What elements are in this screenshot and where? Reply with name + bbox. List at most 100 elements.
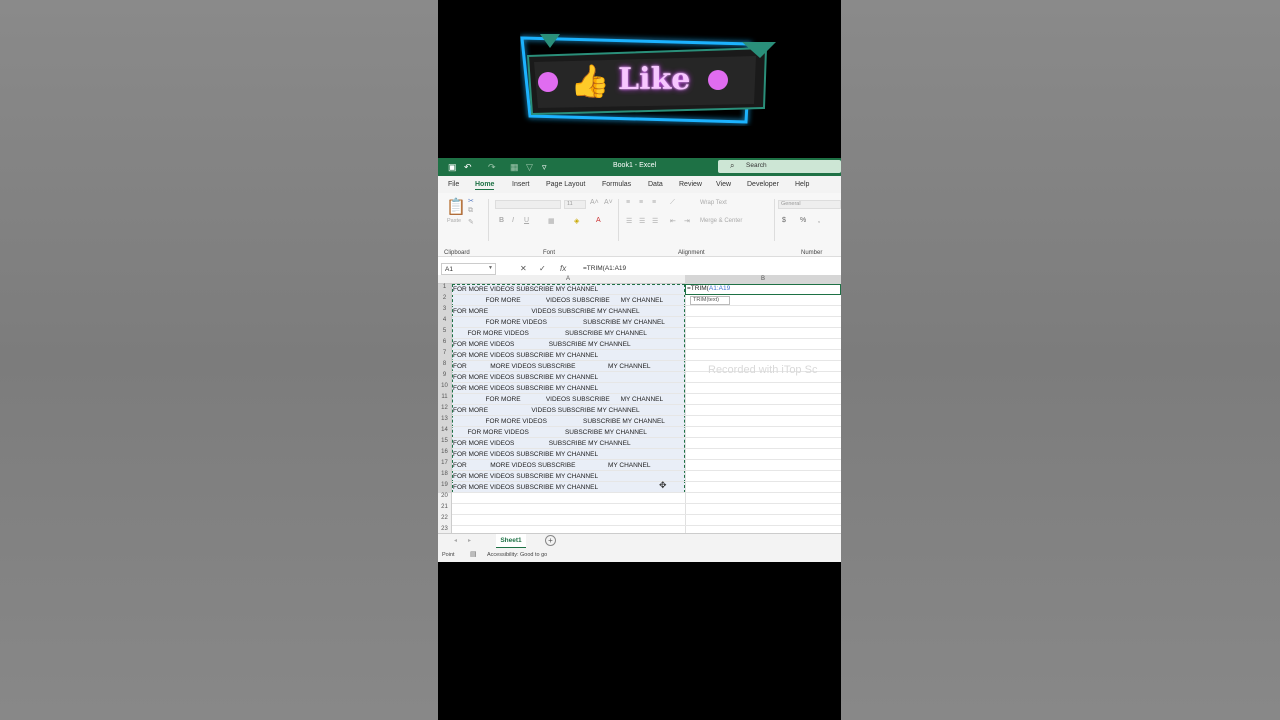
- paste-icon[interactable]: 📋: [446, 197, 466, 217]
- insert-function-icon[interactable]: fx: [560, 264, 566, 273]
- tab-review[interactable]: Review: [679, 181, 702, 188]
- add-sheet-button[interactable]: +: [545, 535, 556, 546]
- row-header[interactable]: 1: [438, 284, 452, 295]
- prev-sheet-icon[interactable]: ◂: [454, 537, 457, 544]
- column-header-b[interactable]: B: [761, 276, 765, 282]
- cell-a10[interactable]: FOR MORE VIDEOS SUBSCRIBE MY CHANNEL: [453, 383, 598, 394]
- row-header[interactable]: 2: [438, 295, 452, 306]
- italic-button[interactable]: I: [512, 217, 514, 224]
- row-header[interactable]: 7: [438, 350, 452, 361]
- format-painter-icon[interactable]: ✎: [468, 218, 474, 226]
- cell-a12[interactable]: FOR MORE VIDEOS SUBSCRIBE MY CHANNEL: [453, 405, 640, 416]
- undo-icon[interactable]: ↶: [464, 162, 472, 173]
- tab-insert[interactable]: Insert: [512, 181, 530, 188]
- active-cell-b1[interactable]: =TRIM(A1:A19: [685, 284, 841, 295]
- align-left-icon[interactable]: ☰: [626, 217, 632, 225]
- row-header[interactable]: 14: [438, 427, 452, 438]
- font-size-select[interactable]: 11: [564, 200, 586, 209]
- cell-a5[interactable]: FOR MORE VIDEOS SUBSCRIBE MY CHANNEL: [453, 328, 646, 339]
- cell-a3[interactable]: FOR MORE VIDEOS SUBSCRIBE MY CHANNEL: [453, 306, 640, 317]
- tab-developer[interactable]: Developer: [747, 181, 779, 188]
- enter-icon[interactable]: ✓: [539, 264, 546, 273]
- fill-color-icon[interactable]: ◈: [574, 217, 579, 225]
- row-header[interactable]: 5: [438, 328, 452, 339]
- comma-icon[interactable]: ,: [818, 217, 820, 224]
- cell-a14[interactable]: FOR MORE VIDEOS SUBSCRIBE MY CHANNEL: [453, 427, 646, 438]
- row-header[interactable]: 21: [438, 504, 452, 515]
- row-header[interactable]: 22: [438, 515, 452, 526]
- merge-center-button[interactable]: Merge & Center: [700, 218, 742, 224]
- increase-font-icon[interactable]: A˄: [590, 199, 599, 206]
- cell-a6[interactable]: FOR MORE VIDEOS SUBSCRIBE MY CHANNEL: [453, 339, 631, 350]
- row-header[interactable]: 20: [438, 493, 452, 504]
- chevron-down-icon[interactable]: ▼: [488, 265, 493, 271]
- align-center-icon[interactable]: ☰: [639, 217, 645, 225]
- column-header-a[interactable]: A: [566, 276, 570, 282]
- font-color-icon[interactable]: A: [596, 217, 601, 224]
- macro-record-icon[interactable]: ▤: [470, 550, 477, 558]
- cell-a1[interactable]: FOR MORE VIDEOS SUBSCRIBE MY CHANNEL: [453, 284, 598, 295]
- worksheet-grid[interactable]: A B 1 2 3 4 5 6 7 8 9 10 11 12 13 14 15 16 17 18 19 20 21 22 2…: [438, 275, 841, 533]
- cut-icon[interactable]: ✂: [468, 197, 474, 205]
- cell-a8[interactable]: FOR MORE VIDEOS SUBSCRIBE MY CHANNEL: [453, 361, 650, 372]
- cell-a15[interactable]: FOR MORE VIDEOS SUBSCRIBE MY CHANNEL: [453, 438, 631, 449]
- row-header[interactable]: 9: [438, 372, 452, 383]
- cell-a19[interactable]: FOR MORE VIDEOS SUBSCRIBE MY CHANNEL: [453, 482, 598, 493]
- align-bottom-icon[interactable]: ≡: [652, 199, 656, 206]
- tab-help[interactable]: Help: [795, 181, 809, 188]
- redo-icon[interactable]: ↷: [488, 162, 496, 173]
- row-header[interactable]: 17: [438, 460, 452, 471]
- accessibility-status[interactable]: Accessibility: Good to go: [487, 552, 547, 558]
- cell-a16[interactable]: FOR MORE VIDEOS SUBSCRIBE MY CHANNEL: [453, 449, 598, 460]
- cell-a18[interactable]: FOR MORE VIDEOS SUBSCRIBE MY CHANNEL: [453, 471, 598, 482]
- filter-icon[interactable]: ▽: [526, 162, 533, 173]
- cell-a17[interactable]: FOR MORE VIDEOS SUBSCRIBE MY CHANNEL: [453, 460, 650, 471]
- number-format-select[interactable]: General: [778, 200, 841, 209]
- tab-data[interactable]: Data: [648, 181, 663, 188]
- cancel-icon[interactable]: ✕: [520, 264, 527, 273]
- cell-a2[interactable]: FOR MORE VIDEOS SUBSCRIBE MY CHANNEL: [453, 295, 664, 306]
- underline-button[interactable]: U: [524, 217, 529, 224]
- cell-a7[interactable]: FOR MORE VIDEOS SUBSCRIBE MY CHANNEL: [453, 350, 598, 361]
- next-sheet-icon[interactable]: ▸: [468, 537, 471, 544]
- cell-a11[interactable]: FOR MORE VIDEOS SUBSCRIBE MY CHANNEL: [453, 394, 664, 405]
- row-header[interactable]: 16: [438, 449, 452, 460]
- save-icon[interactable]: ▣: [448, 162, 457, 173]
- copy-icon[interactable]: ⧉: [468, 207, 473, 215]
- currency-icon[interactable]: $: [782, 217, 786, 224]
- row-header[interactable]: 23: [438, 526, 452, 533]
- decrease-font-icon[interactable]: A˅: [604, 199, 613, 206]
- row-header[interactable]: 15: [438, 438, 452, 449]
- font-name-select[interactable]: [495, 200, 561, 209]
- sheet-tab-sheet1[interactable]: Sheet1: [496, 534, 526, 548]
- percent-icon[interactable]: %: [800, 217, 806, 224]
- outdent-icon[interactable]: ⇥: [684, 217, 690, 225]
- row-header[interactable]: 11: [438, 394, 452, 405]
- form-icon[interactable]: ▦: [510, 162, 519, 173]
- tab-formulas[interactable]: Formulas: [602, 181, 631, 188]
- tab-view[interactable]: View: [716, 181, 731, 188]
- cell-a13[interactable]: FOR MORE VIDEOS SUBSCRIBE MY CHANNEL: [453, 416, 665, 427]
- customize-toolbar-icon[interactable]: ▿: [542, 162, 547, 173]
- row-header[interactable]: 18: [438, 471, 452, 482]
- tab-page-layout[interactable]: Page Layout: [546, 181, 585, 188]
- align-right-icon[interactable]: ☰: [652, 217, 658, 225]
- row-header[interactable]: 6: [438, 339, 452, 350]
- tab-file[interactable]: File: [448, 181, 459, 188]
- formula-input[interactable]: =TRIM(A1:A19: [583, 265, 626, 272]
- bold-button[interactable]: B: [499, 217, 504, 224]
- tab-home[interactable]: Home: [475, 181, 495, 190]
- cell-a4[interactable]: FOR MORE VIDEOS SUBSCRIBE MY CHANNEL: [453, 317, 665, 328]
- row-header[interactable]: 12: [438, 405, 452, 416]
- row-header[interactable]: 10: [438, 383, 452, 394]
- row-header[interactable]: 3: [438, 306, 452, 317]
- row-header[interactable]: 13: [438, 416, 452, 427]
- search-input[interactable]: ⌕ Search: [718, 160, 841, 173]
- borders-icon[interactable]: ▦: [548, 217, 555, 225]
- cell-a9[interactable]: FOR MORE VIDEOS SUBSCRIBE MY CHANNEL: [453, 372, 598, 383]
- orientation-icon[interactable]: ⟋: [670, 199, 675, 207]
- indent-icon[interactable]: ⇤: [670, 217, 676, 225]
- row-header[interactable]: 4: [438, 317, 452, 328]
- wrap-text-button[interactable]: Wrap Text: [700, 200, 727, 206]
- align-middle-icon[interactable]: ≡: [639, 199, 643, 206]
